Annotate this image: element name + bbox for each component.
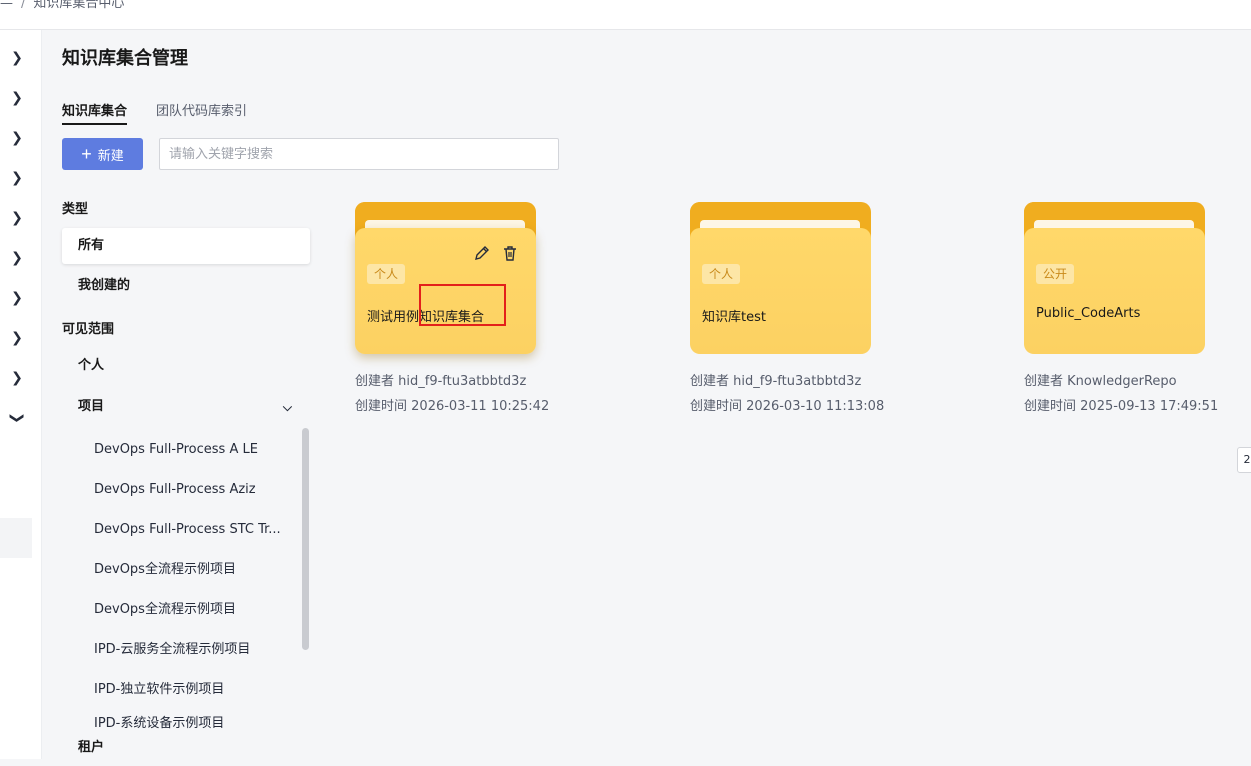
project-item[interactable]: IPD-云服务全流程示例项目 [62, 630, 282, 670]
breadcrumb-prev[interactable]: — [0, 0, 13, 11]
filter-type-title: 类型 [62, 202, 89, 217]
chevron-right-icon[interactable]: ❯ [8, 289, 26, 307]
chevron-down-icon[interactable]: ❯ [8, 409, 26, 427]
tab-knowledge-collections[interactable]: 知识库集合 [62, 100, 128, 125]
creator-label: 创建者 [1024, 374, 1064, 389]
created-time-value: 2026-03-11 10:25:42 [411, 399, 550, 414]
collection-name: Public_CodeArts [1036, 306, 1141, 321]
project-item[interactable]: DevOps Full-Process STC Tr... [62, 510, 282, 550]
chevron-right-icon[interactable]: ❯ [8, 209, 26, 227]
chevron-right-icon[interactable]: ❯ [8, 49, 26, 67]
project-list: DevOps Full-Process A LE DevOps Full-Pro… [62, 430, 310, 730]
project-item[interactable]: DevOps Full-Process A LE [62, 430, 282, 470]
delete-icon[interactable] [501, 244, 519, 262]
created-time-label: 创建时间 [355, 399, 408, 414]
left-nav: ❯ ❯ ❯ ❯ ❯ ❯ ❯ ❯ ❯ ❯ [0, 30, 42, 759]
folder-icon: 个人 知识库test [690, 202, 871, 354]
folder-icon: 个人 测试用例知识库集合 [355, 202, 536, 354]
chevron-right-icon[interactable]: ❯ [8, 369, 26, 387]
project-item[interactable]: DevOps全流程示例项目 [62, 550, 282, 590]
filter-created-by-me[interactable]: 我创建的 [62, 268, 310, 304]
card-actions [473, 244, 519, 262]
chevron-down-icon[interactable]: ⌵ [283, 389, 292, 425]
project-list-scrollbar[interactable] [302, 428, 309, 650]
breadcrumb-separator: / [21, 0, 26, 11]
created-time-label: 创建时间 [690, 399, 743, 414]
collection-card[interactable]: 个人 知识库test 创建者 hid_f9-ftu3atbbtd3z 创建时间 … [690, 200, 890, 420]
chevron-right-icon[interactable]: ❯ [8, 169, 26, 187]
new-button-label: 新建 [97, 147, 124, 163]
creator-label: 创建者 [355, 374, 395, 389]
chevron-right-icon[interactable]: ❯ [8, 249, 26, 267]
filter-scope-title: 可见范围 [62, 322, 115, 337]
created-time-label: 创建时间 [1024, 399, 1077, 414]
breadcrumb: — / 知识库集合中心 [0, 0, 124, 11]
creator-value: hid_f9-ftu3atbbtd3z [398, 374, 527, 389]
created-time-line: 创建时间 2025-09-13 17:49:51 [1024, 395, 1218, 414]
project-item[interactable]: IPD-系统设备示例项目 [62, 710, 282, 730]
highlight-box [419, 284, 506, 326]
page-title: 知识库集合管理 [62, 48, 188, 69]
creator-line: 创建者 KnowledgerRepo [1024, 370, 1177, 389]
tab-team-repo-index[interactable]: 团队代码库索引 [156, 100, 247, 119]
visibility-badge: 个人 [702, 264, 741, 284]
project-item[interactable]: IPD-独立软件示例项目 [62, 670, 282, 710]
created-time-value: 2025-09-13 17:49:51 [1080, 399, 1219, 414]
visibility-badge: 个人 [367, 264, 406, 284]
collection-name: 知识库test [702, 310, 766, 325]
creator-label: 创建者 [690, 374, 730, 389]
created-time-value: 2026-03-10 11:13:08 [746, 399, 885, 414]
plus-icon: + [81, 144, 92, 164]
edit-icon[interactable] [473, 244, 491, 262]
chevron-right-icon[interactable]: ❯ [8, 129, 26, 147]
creator-value: KnowledgerRepo [1067, 374, 1177, 389]
top-bar: — / 知识库集合中心 [0, 0, 1251, 30]
visibility-badge: 公开 [1036, 264, 1075, 284]
creator-line: 创建者 hid_f9-ftu3atbbtd3z [690, 370, 861, 389]
created-time-line: 创建时间 2026-03-10 11:13:08 [690, 395, 884, 414]
project-item[interactable]: DevOps Full-Process Aziz [62, 470, 282, 510]
filter-scope-project[interactable]: 项目 ⌵ [62, 389, 310, 425]
creator-line: 创建者 hid_f9-ftu3atbbtd3z [355, 370, 526, 389]
chevron-right-icon[interactable]: ❯ [8, 89, 26, 107]
collection-card[interactable]: 公开 Public_CodeArts 创建者 KnowledgerRepo 创建… [1024, 200, 1224, 420]
creator-value: hid_f9-ftu3atbbtd3z [733, 374, 862, 389]
chevron-right-icon[interactable]: ❯ [8, 329, 26, 347]
created-time-line: 创建时间 2026-03-11 10:25:42 [355, 395, 549, 414]
new-button[interactable]: + 新建 [62, 138, 143, 170]
filter-scope-personal[interactable]: 个人 [62, 348, 310, 384]
filter-all[interactable]: 所有 [62, 228, 310, 264]
folder-icon: 公开 Public_CodeArts [1024, 202, 1205, 354]
filter-scope-project-label: 项目 [78, 399, 105, 414]
nav-active-item[interactable] [0, 518, 32, 558]
breadcrumb-current: 知识库集合中心 [33, 0, 125, 11]
search-input[interactable] [159, 138, 559, 170]
project-item[interactable]: DevOps全流程示例项目 [62, 590, 282, 630]
filter-scope-tenant[interactable]: 租户 [62, 730, 310, 766]
side-pager[interactable]: 2 [1237, 447, 1251, 473]
